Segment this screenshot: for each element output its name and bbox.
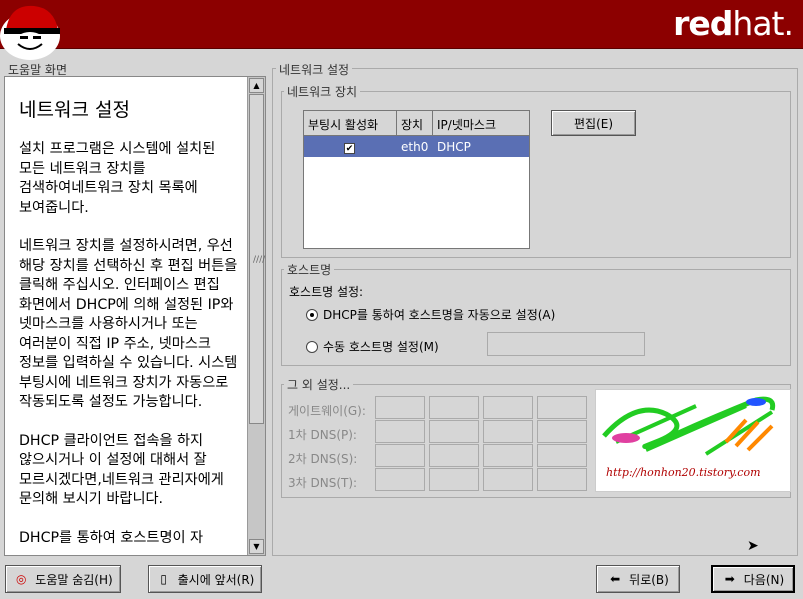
device-list-table[interactable]: 부팅시 활성화 장치 IP/넷마스크 ✔ eth0 DHCP bbox=[303, 110, 530, 249]
dns2-octet-field[interactable] bbox=[375, 444, 425, 467]
hostname-setting-label: 호스트명 설정: bbox=[289, 285, 364, 299]
gateway-octet-field[interactable] bbox=[375, 396, 425, 419]
dns1-octet-field[interactable] bbox=[483, 420, 533, 443]
dns2-octet-field[interactable] bbox=[483, 444, 533, 467]
help-paragraph: 설치 프로그램은 시스템에 설치된 모든 네트워크 장치를 검색하여네트워크 장… bbox=[19, 141, 216, 216]
arrow-right-icon: ➡ bbox=[724, 572, 735, 586]
dns3-octet-field[interactable] bbox=[375, 468, 425, 491]
dns3-octet-field[interactable] bbox=[537, 468, 587, 491]
ip-cell: DHCP bbox=[437, 139, 471, 154]
release-notes-label: 출시에 앞서(R) bbox=[177, 572, 255, 587]
bottom-button-bar: ◎ 도움말 숨김(H) ▯ 출시에 앞서(R) ⬅ 뒤로(B) ➡ 다음(N) bbox=[0, 558, 803, 599]
dns2-octet-field[interactable] bbox=[537, 444, 587, 467]
table-row[interactable]: ✔ eth0 DHCP bbox=[304, 136, 529, 157]
dns1-octet-field[interactable] bbox=[375, 420, 425, 443]
hostname-title: 호스트명 bbox=[284, 261, 335, 278]
edit-button-label: 편집(E) bbox=[573, 116, 614, 131]
network-settings-title: 네트워크 설정 bbox=[276, 61, 353, 78]
dns1-octet-field[interactable] bbox=[537, 420, 587, 443]
column-header-boot-active[interactable]: 부팅시 활성화 bbox=[304, 111, 397, 135]
watermark-url: http://honhon20.tistory.com bbox=[606, 466, 761, 479]
radio-unselected-icon[interactable] bbox=[306, 340, 318, 353]
help-paragraph: 네트워크 장치를 설정하시려면, 우선 해당 장치를 선택하신 후 편집 버튼을… bbox=[19, 238, 238, 410]
gateway-octet-field[interactable] bbox=[537, 396, 587, 419]
help-paragraph: DHCP를 통하여 호스트명이 자 bbox=[19, 529, 204, 546]
gateway-label: 게이트웨이(G): bbox=[288, 404, 366, 418]
table-header: 부팅시 활성화 장치 IP/넷마스크 bbox=[304, 111, 529, 136]
column-header-ip[interactable]: IP/넷마스크 bbox=[433, 111, 529, 135]
grip-icon: //// bbox=[253, 255, 266, 265]
dns3-octet-field[interactable] bbox=[483, 468, 533, 491]
watermark-image: http://honhon20.tistory.com bbox=[595, 389, 791, 492]
misc-settings-title: 그 외 설정... bbox=[284, 376, 354, 393]
dns2-octet-field[interactable] bbox=[429, 444, 479, 467]
shadowman-logo-icon bbox=[0, 5, 60, 60]
release-notes-button[interactable]: ▯ 출시에 앞서(R) bbox=[148, 565, 262, 593]
help-paragraph: DHCP 클라이언트 접속을 하지 않으시거나 이 설정에 대해서 잘 모르시겠… bbox=[19, 432, 224, 508]
hostname-input[interactable] bbox=[487, 332, 645, 356]
scroll-thumb[interactable]: //// bbox=[249, 94, 266, 424]
edit-button[interactable]: 편집(E) bbox=[551, 110, 636, 136]
dns3-label: 3차 DNS(T): bbox=[288, 476, 358, 490]
gateway-octet-field[interactable] bbox=[429, 396, 479, 419]
dns2-label: 2차 DNS(S): bbox=[288, 452, 358, 466]
lifebuoy-icon: ◎ bbox=[16, 572, 27, 586]
dns1-label: 1차 DNS(P): bbox=[288, 428, 357, 442]
device-cell: eth0 bbox=[401, 139, 429, 154]
dns1-octet-field[interactable] bbox=[429, 420, 479, 443]
next-label: 다음(N) bbox=[743, 572, 785, 587]
boot-active-cell: ✔ bbox=[304, 140, 397, 154]
hide-help-label: 도움말 숨김(H) bbox=[35, 572, 113, 587]
arrow-left-icon: ⬅ bbox=[610, 572, 621, 586]
gateway-octet-field[interactable] bbox=[483, 396, 533, 419]
hostname-manual-label: 수동 호스트명 설정(M) bbox=[323, 340, 439, 354]
next-button[interactable]: ➡ 다음(N) bbox=[711, 565, 795, 593]
help-scrollbar[interactable]: ▲ //// ▼ bbox=[247, 77, 265, 555]
scroll-up-icon[interactable]: ▲ bbox=[249, 78, 264, 93]
header-banner: redhat. bbox=[0, 0, 803, 60]
radio-selected-icon[interactable] bbox=[306, 308, 318, 321]
hostname-dhcp-option[interactable]: DHCP를 통하여 호스트명을 자동으로 설정(A) bbox=[306, 306, 555, 323]
help-text-area: 네트워크 설정 설치 프로그램은 시스템에 설치된 모든 네트워크 장치를 검색… bbox=[9, 77, 249, 553]
scroll-down-icon[interactable]: ▼ bbox=[249, 539, 264, 554]
mouse-pointer-icon: ➤ bbox=[747, 538, 759, 554]
hostname-manual-option[interactable]: 수동 호스트명 설정(M) bbox=[306, 338, 439, 355]
dns3-octet-field[interactable] bbox=[429, 468, 479, 491]
redhat-logo: redhat. bbox=[673, 4, 794, 43]
column-header-device[interactable]: 장치 bbox=[397, 111, 433, 135]
back-label: 뒤로(B) bbox=[629, 572, 669, 587]
help-panel: 네트워크 설정 설치 프로그램은 시스템에 설치된 모든 네트워크 장치를 검색… bbox=[4, 76, 266, 556]
hide-help-button[interactable]: ◎ 도움말 숨김(H) bbox=[5, 565, 121, 593]
checkbox-checked-icon[interactable]: ✔ bbox=[344, 142, 355, 154]
network-devices-title: 네트워크 장치 bbox=[284, 83, 361, 100]
document-icon: ▯ bbox=[160, 572, 167, 586]
hostname-dhcp-label: DHCP를 통하여 호스트명을 자동으로 설정(A) bbox=[323, 308, 556, 322]
help-heading: 네트워크 설정 bbox=[19, 99, 130, 121]
back-button[interactable]: ⬅ 뒤로(B) bbox=[596, 565, 680, 593]
